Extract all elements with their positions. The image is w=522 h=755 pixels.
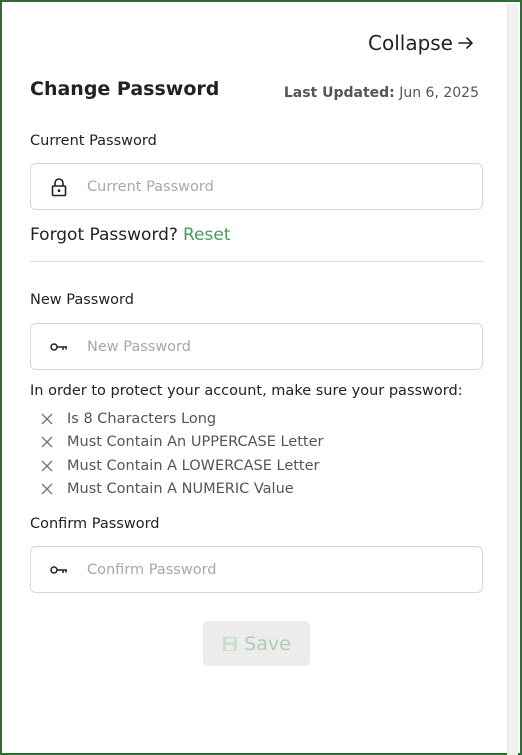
confirm-password-field[interactable] (30, 546, 483, 593)
change-password-panel: Collapse Change Password Last Updated: J… (0, 0, 522, 755)
divider (30, 261, 483, 262)
close-icon (41, 483, 53, 495)
new-password-label: New Password (30, 292, 134, 308)
close-icon (41, 460, 53, 472)
requirement-item: Must Contain A LOWERCASE Letter (40, 458, 320, 474)
current-password-input[interactable] (87, 178, 482, 195)
current-password-label: Current Password (30, 133, 157, 149)
collapse-button[interactable]: Collapse (368, 31, 475, 55)
new-password-field[interactable] (30, 323, 483, 370)
save-label: Save (244, 632, 291, 655)
confirm-password-label: Confirm Password (30, 516, 160, 532)
last-updated-label: Last Updated: (283, 85, 395, 101)
floppy-disk-icon (223, 636, 238, 651)
key-icon (31, 565, 87, 575)
key-icon (31, 342, 87, 352)
last-updated-value: Jun 6, 2025 (399, 85, 479, 101)
password-requirements-heading: In order to protect your account, make s… (30, 383, 463, 399)
last-updated: Last Updated: Jun 6, 2025 (284, 85, 479, 101)
confirm-password-input[interactable] (87, 561, 482, 578)
requirement-text: Must Contain A LOWERCASE Letter (67, 458, 320, 474)
current-password-field[interactable] (30, 163, 483, 210)
requirement-text: Must Contain An UPPERCASE Letter (67, 434, 324, 450)
requirement-item: Is 8 Characters Long (40, 411, 216, 427)
forgot-password-text: Forgot Password? (30, 225, 178, 245)
save-button[interactable]: Save (203, 621, 310, 666)
requirement-text: Is 8 Characters Long (67, 411, 217, 427)
requirement-text: Must Contain A NUMERIC Value (67, 481, 294, 497)
collapse-label: Collapse (368, 31, 453, 55)
arrow-right-icon (458, 37, 473, 49)
close-icon (41, 413, 53, 425)
scrollbar[interactable] (507, 4, 518, 755)
requirement-item: Must Contain A NUMERIC Value (40, 481, 294, 497)
close-icon (41, 436, 53, 448)
requirement-item: Must Contain An UPPERCASE Letter (40, 434, 323, 450)
page-title: Change Password (30, 78, 220, 100)
new-password-input[interactable] (87, 338, 482, 355)
lock-icon (31, 177, 87, 197)
reset-link[interactable]: Reset (183, 225, 231, 245)
